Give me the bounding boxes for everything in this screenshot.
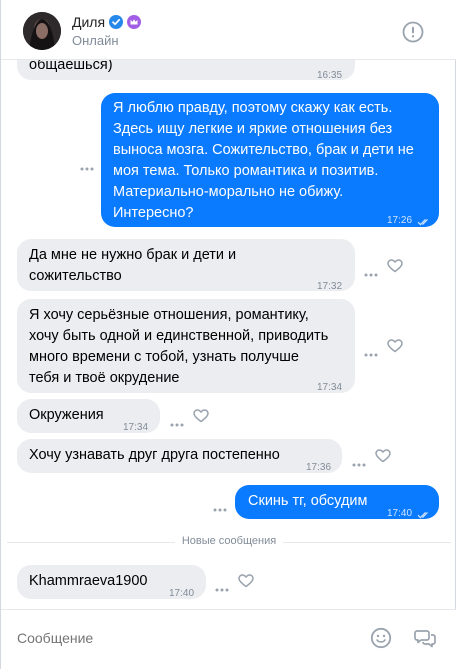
message-line: Материально-морально не обижу. [113, 184, 344, 200]
more-icon[interactable] [215, 579, 229, 592]
message-time: 17:36 [306, 462, 332, 473]
info-icon[interactable] [402, 21, 424, 43]
quick-reply-icon[interactable] [414, 627, 436, 649]
message-time: 17:40 [169, 588, 195, 599]
message-time: 17:26 [387, 215, 413, 226]
read-checks-icon [417, 212, 431, 233]
read-checks-icon [417, 505, 431, 526]
new-messages-label: Новые сообщения [174, 535, 284, 547]
more-icon[interactable] [80, 158, 94, 171]
message-time: 17:40 [387, 508, 413, 519]
message-incoming[interactable]: Да мне не нужно брак и дети и сожительст… [17, 239, 355, 292]
message-text: Окружения [29, 407, 104, 423]
message-line: Интересно? [113, 205, 194, 221]
message-line: хочу быть одной и единственной, приводит… [29, 328, 329, 344]
crown-icon [127, 15, 142, 29]
contact-name[interactable]: Диля [72, 14, 105, 30]
message-outgoing[interactable]: Скинь тг, обсудим 17:40 [235, 485, 439, 519]
contact-name-row: Диля [72, 14, 142, 30]
message-line: много времени с тобой, узнать получше [29, 349, 299, 365]
message-input[interactable] [17, 628, 337, 648]
more-icon[interactable] [364, 344, 378, 357]
message-outgoing[interactable]: Я люблю правду, поэтому скажу как есть. … [101, 93, 439, 227]
avatar[interactable] [23, 12, 61, 50]
new-messages-divider: Новые сообщения [1, 535, 456, 547]
message-line: Я люблю правду, поэтому скажу как есть. [113, 100, 393, 116]
message-time: 17:34 [317, 382, 343, 393]
message-line: Я хочу серьёзные отношения, романтику, [29, 307, 309, 323]
chat-header: Диля Онлайн [1, 0, 456, 60]
message-incoming[interactable]: Окружения 17:34 [17, 399, 160, 433]
message-time: 17:34 [123, 422, 149, 433]
message-composer [1, 609, 456, 669]
more-icon[interactable] [170, 414, 184, 427]
like-heart-icon[interactable] [387, 259, 403, 273]
emoji-icon[interactable] [370, 627, 392, 649]
more-icon[interactable] [352, 454, 366, 467]
like-heart-icon[interactable] [387, 339, 403, 353]
message-line: выноса мозга. Сожительство, брак и дети … [113, 142, 414, 158]
message-line: моя тема. Только романтика и позитив. [113, 163, 379, 179]
message-incoming[interactable]: Khammraeva1900 17:40 [17, 565, 206, 599]
like-heart-icon[interactable] [193, 409, 209, 423]
contact-status: Онлайн [72, 33, 119, 48]
message-text: Скинь тг, обсудим [248, 493, 368, 509]
message-incoming[interactable]: Хочу узнавать друг друга постепенно 17:3… [17, 439, 342, 473]
more-icon[interactable] [364, 264, 378, 277]
message-time: 17:32 [317, 281, 343, 292]
message-time: 16:35 [317, 70, 343, 81]
message-line: Да мне не нужно брак и дети и [29, 247, 237, 263]
verified-icon [109, 15, 124, 29]
message-incoming[interactable]: Я хочу серьёзные отношения, романтику, х… [17, 299, 355, 393]
message-text: Хочу узнавать друг друга постепенно [29, 447, 280, 463]
like-heart-icon[interactable] [375, 449, 391, 463]
message-line: сожительство [29, 268, 122, 284]
like-heart-icon[interactable] [238, 574, 254, 588]
message-line: Здесь ищу легкие и яркие отношения без [113, 121, 393, 137]
message-text: Khammraeva1900 [29, 573, 148, 589]
more-icon[interactable] [213, 499, 227, 512]
chat-window: Диля Онлайн общаешься) 16:35 Я люблю пра… [0, 0, 456, 669]
message-line: тебя и твоё окрудение [29, 370, 180, 386]
